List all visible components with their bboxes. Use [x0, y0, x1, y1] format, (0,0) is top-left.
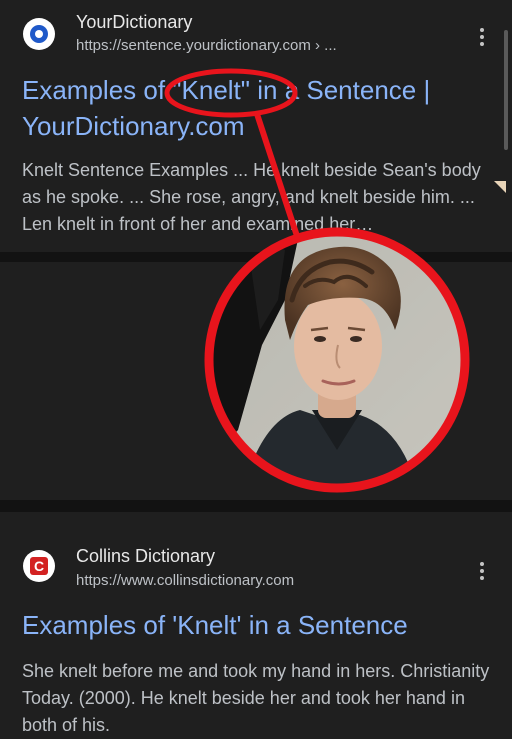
result-divider — [0, 500, 512, 512]
scrollbar[interactable] — [504, 30, 508, 150]
result-divider — [0, 252, 512, 262]
search-result-yourdictionary[interactable]: YourDictionary https://sentence.yourdict… — [0, 0, 512, 252]
result-url[interactable]: https://sentence.yourdictionary.com › ..… — [76, 37, 337, 54]
result-url[interactable]: https://www.collinsdictionary.com — [76, 572, 294, 589]
result-site-name: Collins Dictionary — [76, 546, 216, 566]
more-options-icon[interactable] — [474, 560, 490, 582]
search-result-collins[interactable]: C Collins Dictionary https://www.collins… — [0, 262, 512, 735]
collins-favicon-icon: C — [23, 550, 55, 582]
corner-marker — [494, 181, 506, 193]
result-snippet: She knelt before me and took my hand in … — [22, 661, 490, 735]
more-options-icon[interactable] — [474, 26, 490, 48]
result-title-link[interactable]: Examples of 'Knelt' in a Sentence — [22, 607, 492, 643]
yourdictionary-favicon-icon — [23, 18, 55, 50]
result-title-link[interactable]: Examples of "Knelt" in a Sentence | Your… — [22, 72, 492, 144]
result-site-name: YourDictionary — [76, 12, 193, 32]
result-snippet: Knelt Sentence Examples ... He knelt bes… — [22, 160, 481, 234]
